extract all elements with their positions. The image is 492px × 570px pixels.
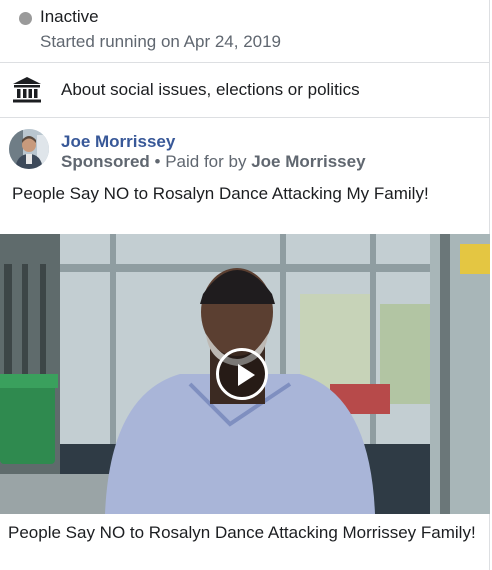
paid-for-prefix: Paid for by [165, 152, 252, 171]
avatar[interactable] [9, 129, 49, 169]
play-button[interactable] [216, 348, 268, 400]
status-label: Inactive [40, 7, 99, 26]
ad-preview: Joe Morrissey Sponsored • Paid for by Jo… [0, 118, 490, 570]
separator-dot: • [149, 152, 166, 171]
ad-category-section: About social issues, elections or politi… [0, 63, 490, 117]
ad-body-text: People Say NO to Rosalyn Dance Attacking… [12, 184, 429, 203]
start-date: Started running on Apr 24, 2019 [40, 32, 282, 51]
status-dot-icon [19, 12, 32, 25]
video-player[interactable] [0, 234, 490, 514]
video-caption: People Say NO to Rosalyn Dance Attacking… [8, 523, 476, 542]
sponsor-line: Sponsored • Paid for by Joe Morrissey [61, 152, 366, 172]
avatar-image [9, 129, 49, 169]
ad-status-section: Inactive Started running on Apr 24, 2019 [0, 0, 490, 62]
bank-icon [13, 77, 41, 103]
paid-for-name: Joe Morrissey [251, 152, 366, 171]
category-text: About social issues, elections or politi… [61, 80, 360, 99]
play-icon [238, 364, 255, 386]
sponsored-label: Sponsored [61, 152, 150, 171]
page-name-link[interactable]: Joe Morrissey [61, 132, 175, 152]
